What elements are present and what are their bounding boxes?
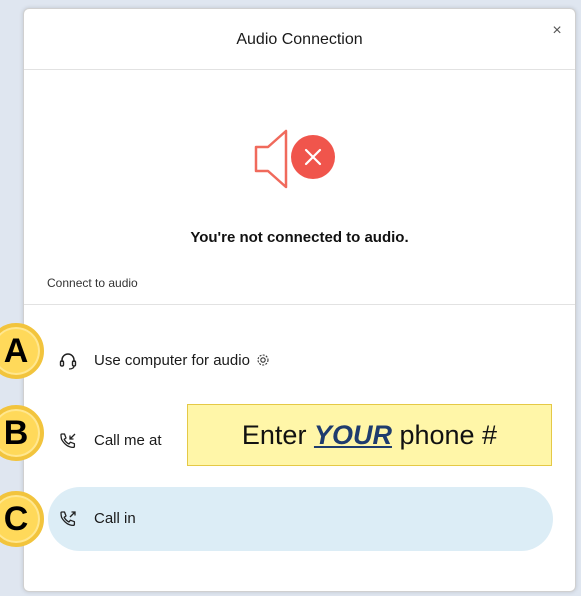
section-divider (24, 304, 575, 305)
audio-status-message: You're not connected to audio. (190, 229, 409, 246)
call-in-label: Call in (94, 510, 136, 527)
close-button[interactable]: × (547, 21, 567, 41)
phone-incoming-icon (58, 431, 78, 451)
audio-connection-dialog: Audio Connection × You're not connected … (23, 8, 576, 592)
callout-emphasis: YOUR (313, 420, 392, 450)
dialog-titlebar: Audio Connection × (24, 9, 575, 70)
use-computer-audio-option[interactable]: Use computer for audio (48, 329, 553, 393)
call-in-option[interactable]: Call in (48, 487, 553, 551)
call-me-label: Call me at (94, 432, 162, 449)
dialog-title: Audio Connection (236, 31, 363, 48)
speaker-muted-icon (242, 119, 342, 199)
gear-icon[interactable] (256, 353, 270, 367)
use-computer-audio-label: Use computer for audio (94, 352, 270, 369)
phone-number-callout: Enter YOUR phone # (187, 404, 552, 466)
phone-outgoing-icon (58, 509, 78, 529)
headset-icon (58, 351, 78, 371)
connect-section-label: Connect to audio (47, 276, 138, 290)
